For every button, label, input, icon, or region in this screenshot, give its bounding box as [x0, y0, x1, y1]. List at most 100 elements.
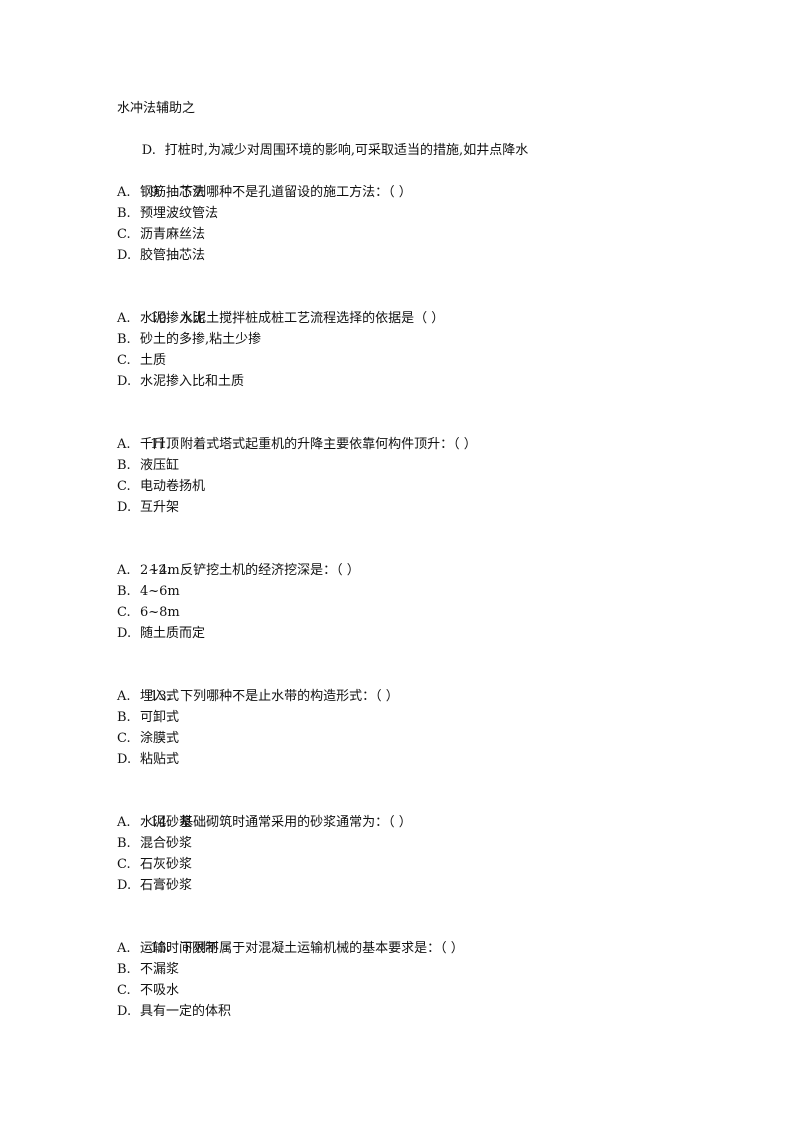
option-letter: A.	[117, 563, 131, 578]
option-text: 具有一定的体积	[140, 1004, 232, 1019]
question-text: 下列不属于对混凝土运输机械的基本要求是：（ ）	[180, 941, 464, 956]
question-stem: 13. 下列哪种不是止水带的构造形式：（ ）	[117, 665, 677, 704]
option-letter: A.	[117, 689, 131, 704]
question-text: 下列哪种不是止水带的构造形式：（ ）	[180, 689, 399, 704]
option-letter: D.	[117, 374, 132, 389]
option: B. 砂土的多掺,粘土少掺	[117, 329, 677, 350]
option: C. 6~8m	[117, 602, 677, 623]
option-letter: B.	[117, 584, 131, 599]
question-text: 反铲挖土机的经济挖深是：（ ）	[180, 563, 360, 578]
option-text: 水泥掺入比和土质	[140, 374, 245, 389]
option-text: 砂土的多掺,粘土少掺	[140, 332, 262, 347]
question-block: 12. 反铲挖土机的经济挖深是：（ ） A. 2~4m B. 4~6m C. 6~8m …	[117, 539, 677, 644]
question-text: 附着式塔式起重机的升降主要依靠何构件顶升：（ ）	[180, 437, 477, 452]
option-letter: D.	[141, 143, 156, 158]
option-text: 不吸水	[140, 983, 180, 998]
document-page: 水冲法辅助之 D. 打桩时,为减少对周围环境的影响,可采取适当的措施,如井点降水 …	[0, 0, 800, 1132]
continuation-text: 水冲法辅助之	[117, 101, 196, 116]
option: D. 胶管抽芯法	[117, 245, 677, 266]
option-letter: D.	[117, 1004, 132, 1019]
option-text: 土质	[140, 353, 167, 368]
option-text: 水泥砂浆	[140, 815, 193, 830]
option-letter: A.	[117, 941, 131, 956]
option-letter: D.	[117, 626, 132, 641]
question-text: 下列哪种不是孔道留设的施工方法：（ ）	[180, 185, 412, 200]
question-stem: 11. 附着式塔式起重机的升降主要依靠何构件顶升：（ ）	[117, 413, 677, 452]
option-letter: B.	[117, 836, 131, 851]
option: C. 涂膜式	[117, 728, 677, 749]
option-text: 不漏浆	[140, 962, 180, 977]
option: C. 沥青麻丝法	[117, 224, 677, 245]
option-letter: D.	[117, 752, 132, 767]
option-letter: C.	[117, 731, 131, 746]
question-text: 基础砌筑时通常采用的砂浆通常为：（ ）	[180, 815, 412, 830]
option-text: 随土质而定	[140, 626, 206, 641]
option-text: 千斤顶	[140, 437, 180, 452]
question-block: 9. 下列哪种不是孔道留设的施工方法：（ ） A. 钢筋抽芯法 B. 预埋波纹管法 C…	[117, 161, 677, 266]
option-letter: A.	[117, 815, 131, 830]
option: B. 混合砂浆	[117, 833, 677, 854]
option-letter: C.	[117, 857, 131, 872]
option-letter: A.	[117, 311, 131, 326]
option: B. 不漏浆	[117, 959, 677, 980]
question-block: 14. 基础砌筑时通常采用的砂浆通常为：（ ） A. 水泥砂浆 B. 混合砂浆 C. 石…	[117, 791, 677, 896]
option: B. 预埋波纹管法	[117, 203, 677, 224]
option-letter: A.	[117, 185, 131, 200]
option-text: 石膏砂浆	[140, 878, 193, 893]
question-stem: 15. 下列不属于对混凝土运输机械的基本要求是：（ ）	[117, 917, 677, 956]
page-content: 水冲法辅助之 D. 打桩时,为减少对周围环境的影响,可采取适当的措施,如井点降水 …	[117, 98, 677, 1022]
option: D. 随土质而定	[117, 623, 677, 644]
question-text: 水泥土搅拌桩成桩工艺流程选择的依据是（ ）	[180, 311, 445, 326]
question-block: 13. 下列哪种不是止水带的构造形式：（ ） A. 埋入式 B. 可卸式 C. 涂膜式 …	[117, 665, 677, 770]
option-text: 石灰砂浆	[140, 857, 193, 872]
option-text: 埋入式	[140, 689, 180, 704]
option-letter: B.	[117, 710, 131, 725]
option-letter: C.	[117, 479, 131, 494]
option-letter: B.	[117, 458, 131, 473]
option: B. 可卸式	[117, 707, 677, 728]
option: D. 粘贴式	[117, 749, 677, 770]
option-letter: B.	[117, 962, 131, 977]
option-letter: D.	[117, 248, 132, 263]
option: C. 不吸水	[117, 980, 677, 1001]
option-text: 2~4m	[140, 563, 180, 578]
question-stem: 10. 水泥土搅拌桩成桩工艺流程选择的依据是（ ）	[117, 287, 677, 326]
option: B. 液压缸	[117, 455, 677, 476]
option-text: 涂膜式	[140, 731, 180, 746]
option-letter: C.	[117, 227, 131, 242]
question-stem: 9. 下列哪种不是孔道留设的施工方法：（ ）	[117, 161, 677, 200]
option-letter: D.	[117, 500, 132, 515]
question-block: 11. 附着式塔式起重机的升降主要依靠何构件顶升：（ ） A. 千斤顶 B. 液压缸 …	[117, 413, 677, 518]
option-text: 打桩时,为减少对周围环境的影响,可采取适当的措施,如井点降水	[164, 143, 529, 158]
option-letter: B.	[117, 206, 131, 221]
option-text: 电动卷扬机	[140, 479, 206, 494]
option: D. 互升架	[117, 497, 677, 518]
option-letter: A.	[117, 437, 131, 452]
option-letter: C.	[117, 605, 131, 620]
option-letter: D.	[117, 878, 132, 893]
option: D. 水泥掺入比和土质	[117, 371, 677, 392]
option-text: 混合砂浆	[140, 836, 193, 851]
option-letter: C.	[117, 983, 131, 998]
option: B. 4~6m	[117, 581, 677, 602]
option: C. 电动卷扬机	[117, 476, 677, 497]
question-stem: 14. 基础砌筑时通常采用的砂浆通常为：（ ）	[117, 791, 677, 830]
option-text: 预埋波纹管法	[140, 206, 219, 221]
option-text: 胶管抽芯法	[140, 248, 206, 263]
option-text: 互升架	[140, 500, 180, 515]
question-stem: 12. 反铲挖土机的经济挖深是：（ ）	[117, 539, 677, 578]
option-text: 可卸式	[140, 710, 180, 725]
option-text: 钢筋抽芯法	[140, 185, 206, 200]
option-text: 液压缸	[140, 458, 180, 473]
option: C. 石灰砂浆	[117, 854, 677, 875]
option-text: 粘贴式	[140, 752, 180, 767]
option: D. 石膏砂浆	[117, 875, 677, 896]
question-block: 15. 下列不属于对混凝土运输机械的基本要求是：（ ） A. 运输时间限制 B. 不漏…	[117, 917, 677, 1022]
question-block: 10. 水泥土搅拌桩成桩工艺流程选择的依据是（ ） A. 水泥掺入比 B. 砂土的多掺…	[117, 287, 677, 392]
option-letter: B.	[117, 332, 131, 347]
